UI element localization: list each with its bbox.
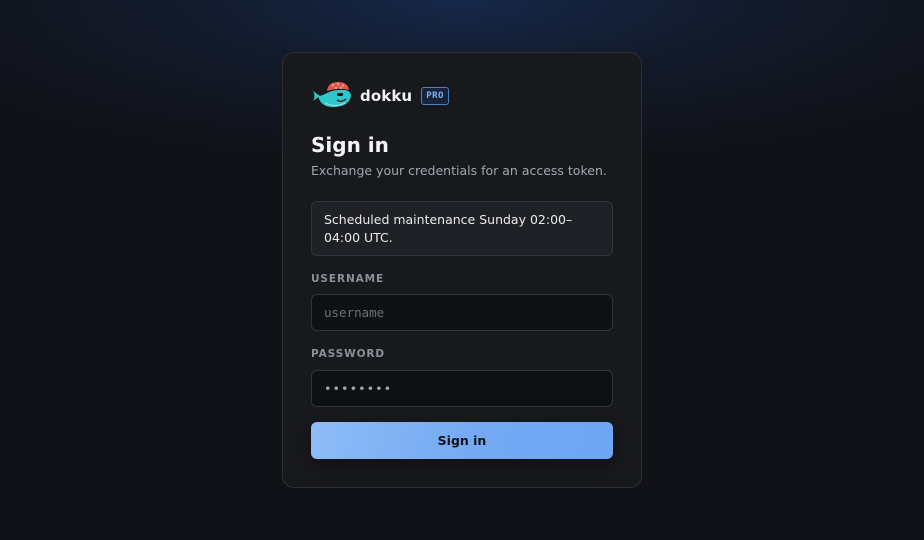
page-subtitle: Exchange your credentials for an access … [311, 163, 607, 178]
page-title: Sign in [311, 133, 389, 157]
brand: dokku PRO [311, 81, 449, 111]
whale-logo-icon [313, 82, 351, 108]
password-input[interactable] [311, 370, 613, 407]
brand-name: dokku [360, 87, 413, 105]
pro-badge: PRO [421, 87, 449, 105]
username-label: USERNAME [311, 273, 385, 285]
password-label: PASSWORD [311, 348, 386, 360]
sign-in-button[interactable]: Sign in [311, 422, 613, 459]
username-input[interactable] [311, 294, 613, 331]
login-card: dokku PRO Sign in Exchange your credenti… [282, 52, 642, 488]
maintenance-notice: Scheduled maintenance Sunday 02:00–04:00… [311, 201, 613, 256]
